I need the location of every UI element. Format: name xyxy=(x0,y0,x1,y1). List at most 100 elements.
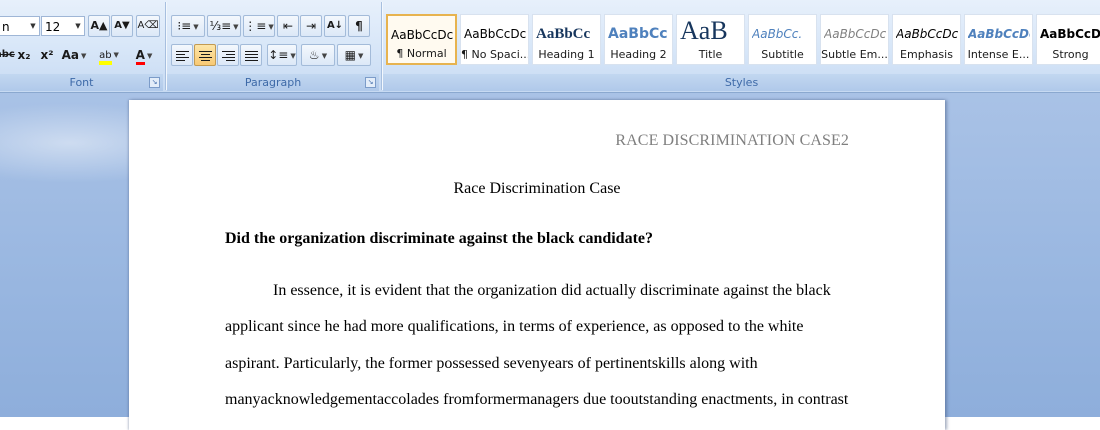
highlight-button[interactable]: ab ▼ xyxy=(93,44,125,66)
strikethrough-button[interactable]: abc xyxy=(0,44,15,66)
ribbon: n ▼ 12 ▼ A▲ A▼ A⌫ abc x₂ x² Aa▼ ab▼ A▼ F… xyxy=(0,0,1100,93)
grow-font-icon: A▲ xyxy=(90,19,108,32)
style-name: Intense E... xyxy=(967,48,1030,61)
paragraph-line: manyacknowledgementaccolades fromformerm… xyxy=(225,391,849,408)
align-left-button[interactable] xyxy=(171,44,193,66)
chevron-down-icon: ▼ xyxy=(193,22,199,31)
align-left-icon xyxy=(175,49,189,63)
style-name: Heading 2 xyxy=(610,48,667,61)
numbering-icon: ⅓≡ xyxy=(209,19,232,33)
grow-font-button[interactable]: A▲ xyxy=(88,15,110,37)
style-heading-2[interactable]: AaBbCc Heading 2 xyxy=(604,14,673,65)
style-title[interactable]: AaB Title xyxy=(676,14,745,65)
numbering-button[interactable]: ⅓≡ ▼ xyxy=(207,15,241,37)
style-sample: AaBbCcDc xyxy=(824,27,886,41)
paragraph-line: In essence, it is evident that the organ… xyxy=(273,282,831,299)
chevron-down-icon: ▼ xyxy=(113,51,119,59)
dialog-launcher-icon[interactable]: ↘ xyxy=(365,77,376,88)
styles-group-label: Styles xyxy=(383,74,1100,91)
superscript-icon: x² xyxy=(40,48,54,62)
align-right-button[interactable] xyxy=(217,44,239,66)
superscript-button[interactable]: x² xyxy=(37,44,57,66)
change-case-button[interactable]: Aa ▼ xyxy=(60,44,88,66)
style-emphasis[interactable]: AaBbCcDc Emphasis xyxy=(892,14,961,65)
chevron-down-icon: ▼ xyxy=(30,22,36,30)
style-heading-1[interactable]: AaBbCc Heading 1 xyxy=(532,14,601,65)
page-header: RACE DISCRIMINATION CASE2 xyxy=(615,132,849,149)
font-group: n ▼ 12 ▼ A▲ A▼ A⌫ abc x₂ x² Aa▼ ab▼ A▼ F… xyxy=(0,0,163,91)
font-group-label: Font xyxy=(0,74,163,91)
style-sample: AaBbCc xyxy=(536,26,591,42)
increase-indent-button[interactable]: ⇥ xyxy=(300,15,322,37)
style-intense-emphasis[interactable]: AaBbCcDc Intense E... xyxy=(964,14,1033,65)
chevron-down-icon: ▼ xyxy=(233,22,239,31)
style-name: Subtle Em... xyxy=(821,48,888,61)
paragraph-line: aspirant. Particularly, the former posse… xyxy=(225,355,758,372)
chevron-down-icon: ▼ xyxy=(268,22,274,31)
style-sample: AaBbCcDc xyxy=(464,27,526,41)
chevron-down-icon: ▼ xyxy=(81,51,87,60)
style-normal[interactable]: AaBbCcDc ¶ Normal xyxy=(386,14,457,65)
chevron-down-icon: ▼ xyxy=(146,51,153,60)
decrease-indent-button[interactable]: ⇤ xyxy=(277,15,299,37)
clear-formatting-icon: A⌫ xyxy=(137,20,159,31)
font-size-value: 12 xyxy=(45,20,61,34)
highlighter-icon: ab xyxy=(99,50,112,65)
paragraph-line: applicant since he had more qualificatio… xyxy=(225,318,804,335)
sort-icon: A↓ xyxy=(326,20,344,31)
style-name: ¶ No Spaci... xyxy=(461,48,528,61)
align-center-icon xyxy=(198,49,212,63)
style-subtle-emphasis[interactable]: AaBbCcDc Subtle Em... xyxy=(820,14,889,65)
style-name: Heading 1 xyxy=(538,48,595,61)
document-page[interactable]: RACE DISCRIMINATION CASE2 Race Discrimin… xyxy=(129,100,945,430)
chevron-down-icon: ▼ xyxy=(290,51,296,60)
line-spacing-button[interactable]: ↕≡ ▼ xyxy=(267,44,297,66)
justify-button[interactable] xyxy=(240,44,262,66)
font-name-combo[interactable]: n ▼ xyxy=(0,16,40,36)
section-heading: Did the organization discriminate agains… xyxy=(225,230,654,247)
group-divider xyxy=(165,2,166,90)
font-size-combo[interactable]: 12 ▼ xyxy=(41,16,85,36)
bullets-icon: ⁝≡ xyxy=(177,19,192,33)
group-divider xyxy=(381,2,382,90)
bullets-button[interactable]: ⁝≡ ▼ xyxy=(171,15,205,37)
style-sample: AaBbCc xyxy=(608,26,668,42)
font-color-icon: A xyxy=(135,48,145,65)
sort-button[interactable]: A↓ xyxy=(324,15,346,37)
shading-button[interactable]: ♨ ▼ xyxy=(301,44,335,66)
clear-formatting-button[interactable]: A⌫ xyxy=(136,15,160,37)
multilevel-list-button[interactable]: ⋮≡ ▼ xyxy=(243,15,275,37)
strikethrough-icon: abc xyxy=(0,49,15,60)
style-subtitle[interactable]: AaBbCc. Subtitle xyxy=(748,14,817,65)
style-sample: AaBbCcDc xyxy=(968,27,1030,41)
decrease-indent-icon: ⇤ xyxy=(282,19,294,33)
subscript-button[interactable]: x₂ xyxy=(14,44,34,66)
style-sample: AaBbCcDc xyxy=(391,28,453,42)
style-sample: AaBbCcDc xyxy=(1040,27,1100,41)
dialog-launcher-icon[interactable]: ↘ xyxy=(149,77,160,88)
font-name-value: n xyxy=(2,20,10,34)
style-sample: AaBbCc. xyxy=(752,27,803,41)
style-no-spacing[interactable]: AaBbCcDc ¶ No Spaci... xyxy=(460,14,529,65)
shrink-font-icon: A▼ xyxy=(114,20,130,31)
increase-indent-icon: ⇥ xyxy=(305,19,317,33)
paragraph-group-label: Paragraph xyxy=(167,74,379,91)
chevron-down-icon: ▼ xyxy=(321,51,328,60)
style-sample: AaBbCcDc xyxy=(896,27,958,41)
align-center-button[interactable] xyxy=(194,44,216,66)
shrink-font-button[interactable]: A▼ xyxy=(111,15,133,37)
show-marks-button[interactable]: ¶ xyxy=(348,15,370,37)
styles-gallery: AaBbCcDc ¶ Normal AaBbCcDc ¶ No Spaci...… xyxy=(384,12,1100,68)
borders-button[interactable]: ▦ ▼ xyxy=(337,44,371,66)
line-spacing-icon: ↕≡ xyxy=(268,48,289,62)
font-color-button[interactable]: A ▼ xyxy=(128,44,160,66)
multilevel-list-icon: ⋮≡ xyxy=(244,19,267,33)
style-name: Title xyxy=(698,48,723,61)
style-strong[interactable]: AaBbCcDc Strong xyxy=(1036,14,1100,65)
chevron-down-icon: ▼ xyxy=(357,51,364,60)
borders-icon: ▦ xyxy=(344,48,356,62)
style-sample: AaB xyxy=(680,17,728,41)
change-case-icon: Aa xyxy=(61,48,79,62)
subscript-icon: x₂ xyxy=(17,48,31,62)
paint-bucket-icon: ♨ xyxy=(308,48,320,62)
